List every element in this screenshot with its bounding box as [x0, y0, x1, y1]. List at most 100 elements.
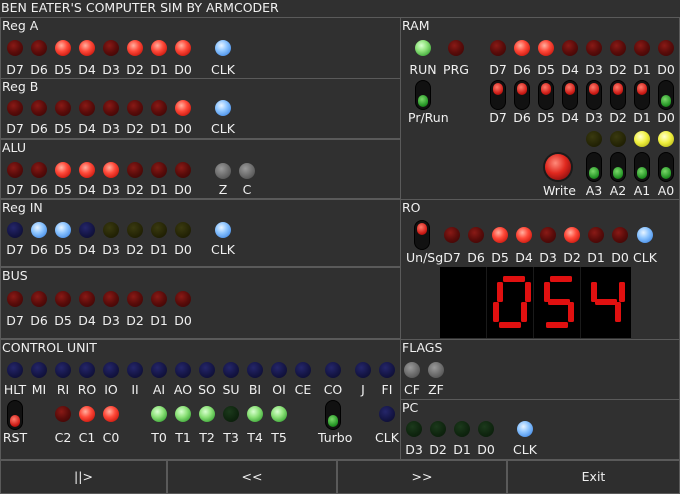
exit-button[interactable]: Exit — [507, 460, 680, 494]
control-signal-led — [127, 362, 143, 378]
ram-data-switch[interactable] — [634, 80, 650, 110]
alu-bit-led — [31, 162, 47, 178]
clk-label: CLK — [375, 430, 399, 445]
reg-b-bit-led — [103, 100, 119, 116]
control-signal-led — [223, 362, 239, 378]
ram-data-switch[interactable] — [562, 80, 578, 110]
bit-label: D0 — [657, 62, 675, 77]
switch-knob — [637, 167, 647, 179]
address-led — [634, 131, 650, 147]
ram-data-led — [634, 40, 650, 56]
bit-label: D0 — [657, 110, 675, 125]
pc-bit-led — [430, 421, 446, 437]
ram-data-switch[interactable] — [490, 80, 506, 110]
reg-a-bit-led — [175, 40, 191, 56]
control-signal-label: CE — [294, 382, 312, 397]
ram-data-switch[interactable] — [514, 80, 530, 110]
ram-title: RAM — [402, 18, 430, 33]
rst-switch[interactable] — [7, 400, 23, 430]
display-segment — [595, 299, 617, 305]
control-signal-led — [31, 362, 47, 378]
ram-data-switch[interactable] — [610, 80, 626, 110]
display-segment — [615, 302, 621, 322]
alu-bit-led — [175, 162, 191, 178]
forward-button[interactable]: >> — [337, 460, 507, 494]
reg-a-panel: Reg A D7 D6 D5 D4 D3 D2 D1 D0 CLK — [0, 17, 401, 85]
ram-data-led — [610, 40, 626, 56]
ro-bit-led — [444, 227, 460, 243]
reg-in-bit-led — [7, 222, 23, 238]
flag-label: ZF — [428, 382, 444, 397]
control-signal-led — [55, 362, 71, 378]
control-unit-title: CONTROL UNIT — [2, 340, 97, 355]
control-signal-led — [355, 362, 371, 378]
write-label: Write — [543, 183, 577, 198]
reg-b-bit-led — [79, 100, 95, 116]
address-switch[interactable] — [610, 152, 626, 182]
control-unit-panel: CONTROL UNIT HLT MI RI RO IO II AI AO SO SU BI OI CE… — [0, 339, 401, 460]
program-run-switch[interactable] — [415, 80, 431, 110]
ro-bit-led — [588, 227, 604, 243]
reg-a-bit-led — [127, 40, 143, 56]
address-switch[interactable] — [658, 152, 674, 182]
address-switch[interactable] — [634, 152, 650, 182]
t-state-led — [151, 406, 167, 422]
ro-bit-led — [612, 227, 628, 243]
t-state-led — [199, 406, 215, 422]
reg-in-bit-led — [31, 222, 47, 238]
pc-title: PC — [402, 400, 419, 415]
flag-led — [428, 362, 444, 378]
alu-bit-led — [151, 162, 167, 178]
turbo-switch[interactable] — [325, 400, 341, 430]
reg-b-bit-led — [175, 100, 191, 116]
reg-in-bit-led — [175, 222, 191, 238]
ram-data-switch[interactable] — [586, 80, 602, 110]
address-switch[interactable] — [586, 152, 602, 182]
reg-a-bit-led — [7, 40, 23, 56]
step-button[interactable]: ||> — [0, 460, 167, 494]
display-segment — [619, 282, 625, 302]
control-signal-label: CO — [323, 382, 343, 397]
control-signal-led — [7, 362, 23, 378]
display-segment — [497, 282, 503, 302]
unsigned-signed-switch[interactable] — [414, 220, 430, 250]
switch-knob — [10, 415, 20, 427]
t-state-led — [223, 406, 239, 422]
write-button[interactable] — [545, 154, 571, 180]
turbo-label: Turbo — [318, 430, 353, 445]
reg-in-bit-led — [103, 222, 119, 238]
run-label: RUN — [409, 62, 437, 77]
ro-bit-led — [540, 227, 556, 243]
switch-knob — [418, 95, 428, 107]
ro-bit-led — [564, 227, 580, 243]
reg-b-bit-led — [127, 100, 143, 116]
display-digits — [493, 276, 625, 328]
clk-led — [517, 421, 533, 437]
bus-bit-led — [55, 291, 71, 307]
bus-title: BUS — [2, 268, 28, 283]
back-button[interactable]: << — [167, 460, 337, 494]
reg-a-bit-led — [151, 40, 167, 56]
switch-knob — [661, 167, 671, 179]
run-led — [415, 40, 431, 56]
clk-label: CLK — [633, 250, 657, 265]
pc-bit-label: D0 — [477, 442, 495, 457]
bus-bit-led — [103, 291, 119, 307]
ram-data-led — [490, 40, 506, 56]
flag-led — [404, 362, 420, 378]
clk-led — [379, 406, 395, 422]
ram-data-switch[interactable] — [658, 80, 674, 110]
clk-label: CLK — [211, 62, 235, 77]
reg-b-bit-led — [7, 100, 23, 116]
reg-in-title: Reg IN — [2, 200, 43, 215]
ram-data-switch[interactable] — [538, 80, 554, 110]
ro-bit-led — [492, 227, 508, 243]
control-signal-led — [103, 362, 119, 378]
switch-knob — [589, 167, 599, 179]
address-led — [610, 131, 626, 147]
bus-bit-led — [7, 291, 23, 307]
rst-label: RST — [2, 430, 28, 445]
control-signal-led — [79, 362, 95, 378]
display-segment — [550, 276, 572, 282]
control-signal-led — [325, 362, 341, 378]
